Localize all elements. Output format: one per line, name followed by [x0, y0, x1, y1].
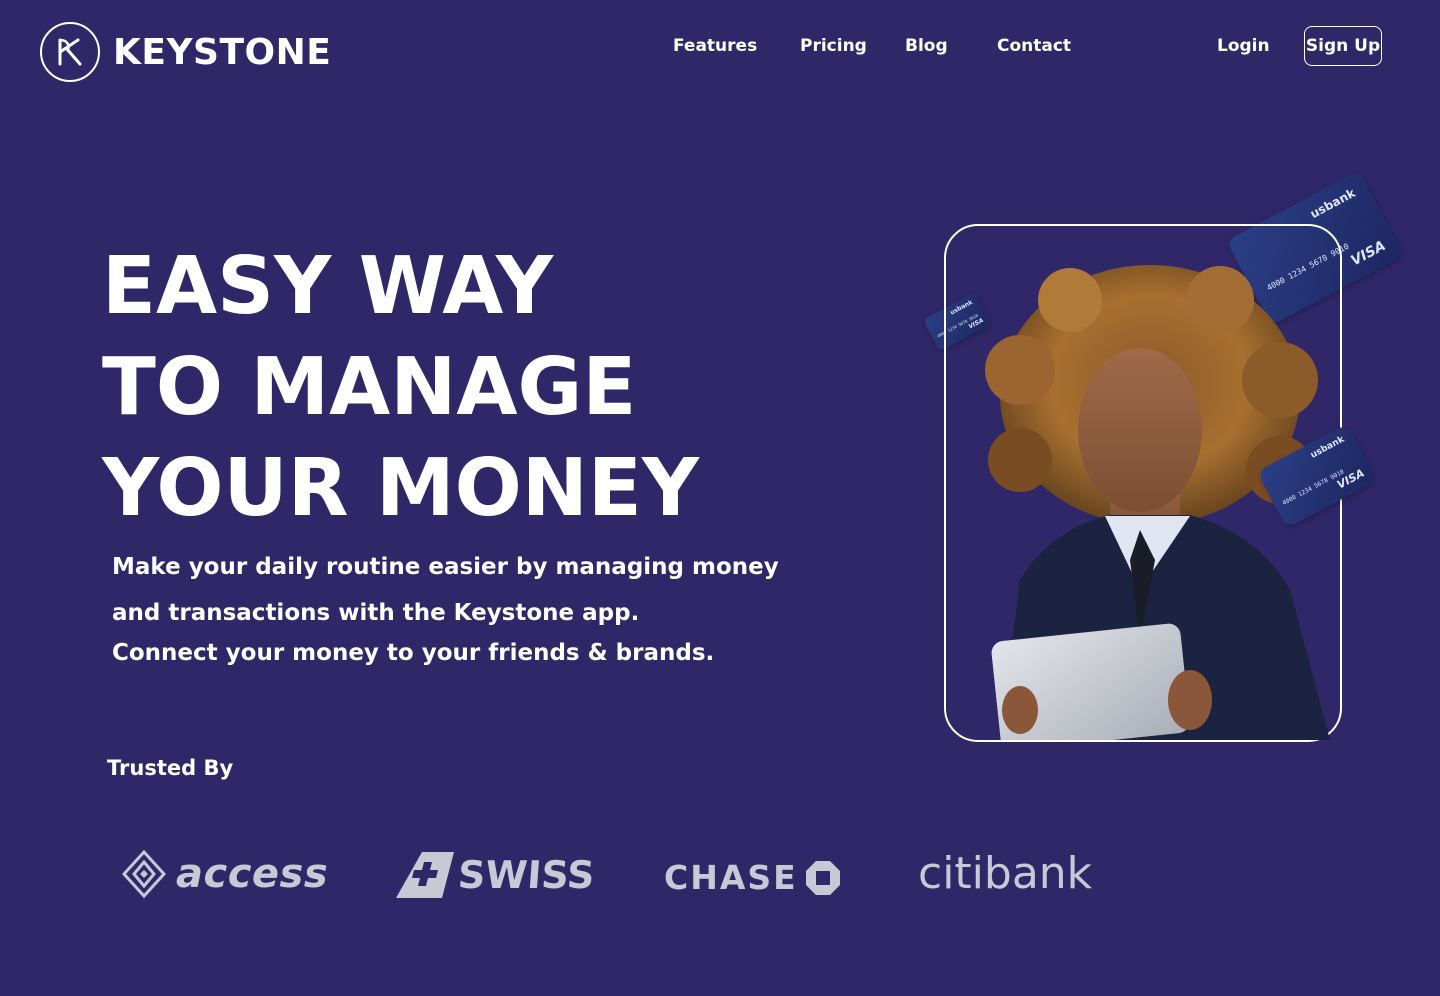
signup-button[interactable]: Sign Up	[1304, 26, 1382, 66]
citibank-logo: citibank	[918, 848, 1092, 899]
brand-name: KEYSTONE	[113, 31, 332, 73]
hero-subtext-line-1: Make your daily routine easier by managi…	[112, 554, 779, 580]
access-logo: access	[122, 850, 328, 898]
headline-line-2: TO MANAGE	[102, 341, 637, 433]
citibank-wordmark: citibank	[918, 848, 1093, 899]
card-network: VISA	[1348, 237, 1389, 270]
swiss-logo: SWISS	[396, 852, 596, 898]
swiss-wordmark: SWISS	[456, 853, 596, 897]
card-number: 4000 1234 5678 9010	[1281, 468, 1346, 507]
login-link[interactable]: Login	[1217, 36, 1270, 56]
chase-octagon-icon	[805, 860, 840, 895]
hero-headline: EASY WAY TO MANAGE YOUR MONEY	[102, 236, 699, 539]
site-logo[interactable]: KEYSTONE	[40, 22, 331, 82]
headline-line-1: EASY WAY	[102, 240, 554, 332]
nav-blog[interactable]: Blog	[905, 36, 948, 56]
headline-line-3: YOUR MONEY	[102, 442, 700, 534]
chase-logo: CHASE	[664, 858, 840, 897]
keystone-k-logo-icon	[40, 22, 100, 82]
nav-pricing[interactable]: Pricing	[800, 36, 867, 56]
hero-subtext-line-2: and transactions with the Keystone app.	[112, 600, 640, 626]
card-bank-name: usbank	[1307, 185, 1358, 222]
hero-subtext-line-3: Connect your money to your friends & bra…	[112, 640, 715, 666]
chase-wordmark: CHASE	[664, 858, 798, 897]
nav-features[interactable]: Features	[673, 36, 757, 56]
access-wordmark: access	[176, 851, 329, 897]
nav-contact[interactable]: Contact	[997, 36, 1071, 56]
access-diamond-icon	[122, 850, 166, 898]
swiss-cross-icon	[396, 852, 454, 898]
trusted-by-heading: Trusted By	[107, 756, 234, 780]
